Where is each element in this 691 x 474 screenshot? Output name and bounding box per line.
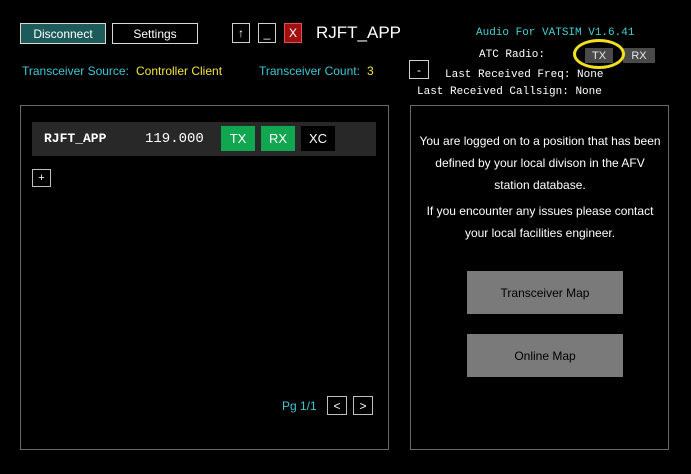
transceiver-source-value: Controller Client	[136, 64, 223, 78]
station-rx-button[interactable]: RX	[261, 126, 295, 151]
next-page-button[interactable]: >	[353, 396, 373, 415]
last-received-freq: Last Received Freq: None	[445, 69, 603, 81]
info-message-line-1: You are logged on to a position that has…	[419, 134, 661, 192]
close-button[interactable]: X	[284, 23, 302, 43]
always-on-top-button[interactable]: ↑	[232, 23, 250, 43]
collapse-button[interactable]: -	[409, 60, 429, 79]
minimize-button[interactable]: _	[258, 23, 276, 43]
add-station-button[interactable]: +	[32, 169, 51, 187]
atc-radio-label: ATC Radio:	[479, 49, 546, 61]
info-message: You are logged on to a position that has…	[418, 130, 662, 244]
transceiver-count-value: 3	[367, 64, 374, 78]
last-received-callsign: Last Received Callsign: None	[417, 86, 602, 98]
last-received-freq-label: Last Received Freq:	[445, 69, 571, 81]
info-message-line-2: If you encounter any issues please conta…	[426, 204, 654, 240]
transceiver-map-button[interactable]: Transceiver Map	[467, 271, 623, 314]
previous-page-button[interactable]: <	[327, 396, 347, 415]
station-tx-button[interactable]: TX	[221, 126, 255, 151]
station-frequency: 119.000	[145, 131, 204, 147]
transceiver-source-label: Transceiver Source:	[22, 64, 129, 78]
page-indicator: Pg 1/1	[282, 399, 317, 413]
online-map-button[interactable]: Online Map	[467, 334, 623, 377]
last-received-freq-value: None	[577, 69, 604, 81]
transceiver-count-label: Transceiver Count:	[259, 64, 360, 78]
atc-radio-rx-button[interactable]: RX	[623, 48, 655, 63]
disconnect-button[interactable]: Disconnect	[20, 23, 106, 44]
version-label: Audio For VATSIM V1.6.41	[476, 27, 635, 39]
station-xc-button[interactable]: XC	[301, 126, 335, 151]
atc-radio-tx-button[interactable]: TX	[585, 48, 613, 63]
last-received-callsign-label: Last Received Callsign:	[417, 86, 569, 98]
settings-button[interactable]: Settings	[112, 23, 198, 44]
station-callsign: RJFT_APP	[44, 131, 107, 146]
last-received-callsign-value: None	[575, 86, 602, 98]
app-title: RJFT_APP	[316, 23, 402, 42]
